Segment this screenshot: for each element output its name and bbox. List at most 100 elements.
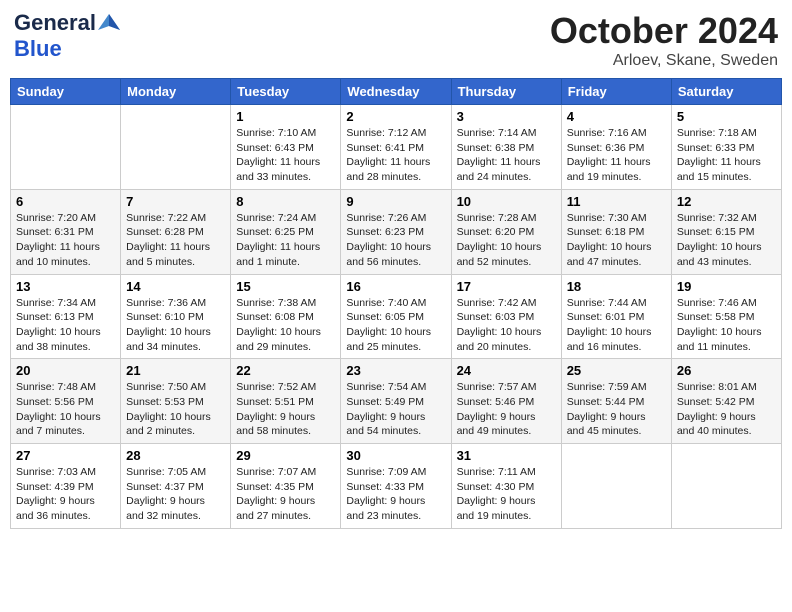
- day-info: Sunrise: 7:59 AM Sunset: 5:44 PM Dayligh…: [567, 380, 666, 439]
- day-info: Sunrise: 7:44 AM Sunset: 6:01 PM Dayligh…: [567, 296, 666, 355]
- day-info: Sunrise: 7:40 AM Sunset: 6:05 PM Dayligh…: [346, 296, 445, 355]
- day-number: 9: [346, 194, 445, 209]
- day-number: 26: [677, 363, 776, 378]
- calendar-cell: 13Sunrise: 7:34 AM Sunset: 6:13 PM Dayli…: [11, 274, 121, 359]
- calendar-cell: 15Sunrise: 7:38 AM Sunset: 6:08 PM Dayli…: [231, 274, 341, 359]
- calendar-week-1: 1Sunrise: 7:10 AM Sunset: 6:43 PM Daylig…: [11, 105, 782, 190]
- day-number: 25: [567, 363, 666, 378]
- day-number: 27: [16, 448, 115, 463]
- calendar-cell: 17Sunrise: 7:42 AM Sunset: 6:03 PM Dayli…: [451, 274, 561, 359]
- day-of-week-friday: Friday: [561, 79, 671, 105]
- day-info: Sunrise: 8:01 AM Sunset: 5:42 PM Dayligh…: [677, 380, 776, 439]
- day-number: 13: [16, 279, 115, 294]
- title-area: October 2024 Arloev, Skane, Sweden: [550, 10, 778, 70]
- day-info: Sunrise: 7:28 AM Sunset: 6:20 PM Dayligh…: [457, 211, 556, 270]
- calendar-cell: [671, 444, 781, 529]
- day-of-week-monday: Monday: [121, 79, 231, 105]
- logo: General Blue: [14, 10, 120, 62]
- page-header: General Blue October 2024 Arloev, Skane,…: [10, 10, 782, 70]
- day-info: Sunrise: 7:14 AM Sunset: 6:38 PM Dayligh…: [457, 126, 556, 185]
- calendar-cell: 12 Sunrise: 7:32 AM Sunset: 6:15 PM Dayli…: [671, 189, 781, 274]
- calendar-cell: 20 Sunrise: 7:48 AM Sunset: 5:56 PM Dayli…: [11, 359, 121, 444]
- day-info: Sunrise: 7:11 AM Sunset: 4:30 PM Dayligh…: [457, 465, 556, 524]
- calendar-cell: 2 Sunrise: 7:12 AM Sunset: 6:41 PM Daylig…: [341, 105, 451, 190]
- day-number: 3: [457, 109, 556, 124]
- day-info: Sunrise: 7:50 AM Sunset: 5:53 PM Dayligh…: [126, 380, 225, 439]
- calendar-header: SundayMondayTuesdayWednesdayThursdayFrid…: [11, 79, 782, 105]
- day-number: 12: [677, 194, 776, 209]
- day-info: Sunrise: 7:10 AM Sunset: 6:43 PM Dayligh…: [236, 126, 335, 185]
- days-of-week-row: SundayMondayTuesdayWednesdayThursdayFrid…: [11, 79, 782, 105]
- day-number: 7: [126, 194, 225, 209]
- day-number: 31: [457, 448, 556, 463]
- day-number: 4: [567, 109, 666, 124]
- day-of-week-thursday: Thursday: [451, 79, 561, 105]
- day-number: 20: [16, 363, 115, 378]
- calendar-week-2: 6Sunrise: 7:20 AM Sunset: 6:31 PM Daylig…: [11, 189, 782, 274]
- calendar-cell: 6Sunrise: 7:20 AM Sunset: 6:31 PM Daylig…: [11, 189, 121, 274]
- day-info: Sunrise: 7:32 AM Sunset: 6:15 PM Dayligh…: [677, 211, 776, 270]
- calendar-cell: 7 Sunrise: 7:22 AM Sunset: 6:28 PM Daylig…: [121, 189, 231, 274]
- calendar-cell: 11 Sunrise: 7:30 AM Sunset: 6:18 PM Dayli…: [561, 189, 671, 274]
- day-number: 8: [236, 194, 335, 209]
- day-number: 29: [236, 448, 335, 463]
- calendar-cell: 8Sunrise: 7:24 AM Sunset: 6:25 PM Daylig…: [231, 189, 341, 274]
- calendar-cell: 1Sunrise: 7:10 AM Sunset: 6:43 PM Daylig…: [231, 105, 341, 190]
- day-info: Sunrise: 7:07 AM Sunset: 4:35 PM Dayligh…: [236, 465, 335, 524]
- day-info: Sunrise: 7:22 AM Sunset: 6:28 PM Dayligh…: [126, 211, 225, 270]
- calendar-table: SundayMondayTuesdayWednesdayThursdayFrid…: [10, 78, 782, 529]
- logo-bird-icon: [98, 12, 120, 34]
- day-info: Sunrise: 7:36 AM Sunset: 6:10 PM Dayligh…: [126, 296, 225, 355]
- day-number: 19: [677, 279, 776, 294]
- day-number: 16: [346, 279, 445, 294]
- day-number: 22: [236, 363, 335, 378]
- calendar-cell: 29 Sunrise: 7:07 AM Sunset: 4:35 PM Dayli…: [231, 444, 341, 529]
- calendar-cell: 18 Sunrise: 7:44 AM Sunset: 6:01 PM Dayli…: [561, 274, 671, 359]
- day-info: Sunrise: 7:57 AM Sunset: 5:46 PM Dayligh…: [457, 380, 556, 439]
- day-info: Sunrise: 7:18 AM Sunset: 6:33 PM Dayligh…: [677, 126, 776, 185]
- day-of-week-sunday: Sunday: [11, 79, 121, 105]
- day-info: Sunrise: 7:26 AM Sunset: 6:23 PM Dayligh…: [346, 211, 445, 270]
- day-number: 10: [457, 194, 556, 209]
- day-number: 14: [126, 279, 225, 294]
- calendar-cell: 5 Sunrise: 7:18 AM Sunset: 6:33 PM Daylig…: [671, 105, 781, 190]
- day-number: 23: [346, 363, 445, 378]
- logo-general-text: General: [14, 10, 96, 36]
- calendar-cell: 19Sunrise: 7:46 AM Sunset: 5:58 PM Dayli…: [671, 274, 781, 359]
- day-number: 21: [126, 363, 225, 378]
- calendar-cell: 28Sunrise: 7:05 AM Sunset: 4:37 PM Dayli…: [121, 444, 231, 529]
- calendar-cell: 4 Sunrise: 7:16 AM Sunset: 6:36 PM Daylig…: [561, 105, 671, 190]
- logo-blue-text: Blue: [14, 36, 62, 61]
- calendar-cell: [11, 105, 121, 190]
- calendar-cell: 10 Sunrise: 7:28 AM Sunset: 6:20 PM Dayli…: [451, 189, 561, 274]
- day-number: 24: [457, 363, 556, 378]
- calendar-week-5: 27 Sunrise: 7:03 AM Sunset: 4:39 PM Dayli…: [11, 444, 782, 529]
- day-info: Sunrise: 7:48 AM Sunset: 5:56 PM Dayligh…: [16, 380, 115, 439]
- day-info: Sunrise: 7:03 AM Sunset: 4:39 PM Dayligh…: [16, 465, 115, 524]
- day-info: Sunrise: 7:54 AM Sunset: 5:49 PM Dayligh…: [346, 380, 445, 439]
- day-info: Sunrise: 7:05 AM Sunset: 4:37 PM Dayligh…: [126, 465, 225, 524]
- calendar-body: 1Sunrise: 7:10 AM Sunset: 6:43 PM Daylig…: [11, 105, 782, 529]
- day-of-week-wednesday: Wednesday: [341, 79, 451, 105]
- day-number: 11: [567, 194, 666, 209]
- calendar-cell: 27 Sunrise: 7:03 AM Sunset: 4:39 PM Dayli…: [11, 444, 121, 529]
- day-info: Sunrise: 7:52 AM Sunset: 5:51 PM Dayligh…: [236, 380, 335, 439]
- calendar-cell: 26 Sunrise: 8:01 AM Sunset: 5:42 PM Dayli…: [671, 359, 781, 444]
- calendar-cell: 3 Sunrise: 7:14 AM Sunset: 6:38 PM Daylig…: [451, 105, 561, 190]
- day-number: 17: [457, 279, 556, 294]
- day-info: Sunrise: 7:20 AM Sunset: 6:31 PM Dayligh…: [16, 211, 115, 270]
- calendar-cell: 31 Sunrise: 7:11 AM Sunset: 4:30 PM Dayli…: [451, 444, 561, 529]
- day-info: Sunrise: 7:12 AM Sunset: 6:41 PM Dayligh…: [346, 126, 445, 185]
- day-info: Sunrise: 7:30 AM Sunset: 6:18 PM Dayligh…: [567, 211, 666, 270]
- day-number: 5: [677, 109, 776, 124]
- calendar-cell: 25 Sunrise: 7:59 AM Sunset: 5:44 PM Dayli…: [561, 359, 671, 444]
- day-info: Sunrise: 7:16 AM Sunset: 6:36 PM Dayligh…: [567, 126, 666, 185]
- day-number: 2: [346, 109, 445, 124]
- calendar-cell: [561, 444, 671, 529]
- day-of-week-saturday: Saturday: [671, 79, 781, 105]
- calendar-cell: 30Sunrise: 7:09 AM Sunset: 4:33 PM Dayli…: [341, 444, 451, 529]
- day-info: Sunrise: 7:38 AM Sunset: 6:08 PM Dayligh…: [236, 296, 335, 355]
- calendar-week-4: 20 Sunrise: 7:48 AM Sunset: 5:56 PM Dayli…: [11, 359, 782, 444]
- day-number: 18: [567, 279, 666, 294]
- day-of-week-tuesday: Tuesday: [231, 79, 341, 105]
